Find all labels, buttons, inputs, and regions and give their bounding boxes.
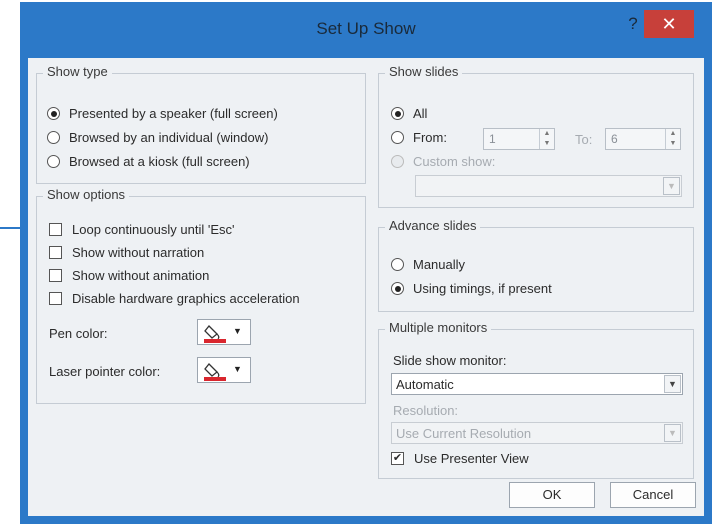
paint-bucket-icon (204, 363, 226, 381)
pen-color-label: Pen color: (49, 326, 108, 341)
loop-option[interactable]: Loop continuously until 'Esc' (49, 222, 235, 237)
spinner-arrows-icon[interactable]: ▲ ▼ (539, 129, 554, 149)
custom-show-dropdown[interactable]: ▼ (415, 175, 682, 197)
no-animation-label: Show without animation (72, 268, 210, 283)
radio-manually[interactable] (391, 258, 404, 271)
custom-show-label: Custom show: (413, 154, 496, 169)
show-type-speaker-option[interactable]: Presented by a speaker (full screen) (47, 106, 278, 121)
chevron-down-icon[interactable]: ▼ (664, 375, 681, 393)
show-options-legend: Show options (43, 187, 130, 202)
show-type-kiosk-option[interactable]: Browsed at a kiosk (full screen) (47, 154, 250, 169)
show-options-group: Show options Loop continuously until 'Es… (36, 187, 366, 404)
presenter-view-option[interactable]: ✔ Use Presenter View (391, 451, 529, 466)
close-button[interactable]: ✕ (644, 10, 694, 38)
radio-from-label: From: (413, 130, 447, 145)
presenter-view-label: Use Presenter View (414, 451, 529, 466)
slides-from-option[interactable]: From: (391, 130, 447, 145)
help-button[interactable]: ? (623, 14, 643, 36)
to-spinner[interactable]: 6 ▲ ▼ (605, 128, 681, 150)
custom-show-option[interactable]: Custom show: (391, 154, 495, 169)
no-animation-option[interactable]: Show without animation (49, 268, 209, 283)
laser-color-button[interactable]: ▼ (197, 357, 251, 383)
radio-custom-show[interactable] (391, 155, 404, 168)
ok-button[interactable]: OK (509, 482, 595, 508)
loop-label: Loop continuously until 'Esc' (72, 222, 235, 237)
no-narration-label: Show without narration (72, 245, 205, 260)
show-slides-legend: Show slides (385, 64, 463, 79)
no-narration-checkbox[interactable] (49, 246, 62, 259)
chevron-down-icon: ▼ (233, 326, 242, 336)
radio-kiosk-label: Browsed at a kiosk (full screen) (69, 154, 250, 169)
resolution-label: Resolution: (393, 403, 459, 418)
show-slides-group: Show slides All From: 1 ▲ ▼ To: 6 ▲ ▼ Cust… (378, 64, 694, 208)
dialog-client: Show type Presented by a speaker (full s… (28, 58, 704, 516)
to-value: 6 (611, 132, 618, 146)
slide-show-monitor-value: Automatic (396, 376, 454, 392)
show-type-group: Show type Presented by a speaker (full s… (36, 64, 366, 184)
pen-color-button[interactable]: ▼ (197, 319, 251, 345)
slides-all-option[interactable]: All (391, 106, 427, 121)
presenter-view-checkbox[interactable]: ✔ (391, 452, 404, 465)
paint-bucket-icon (204, 325, 226, 343)
title-bar[interactable]: Set Up Show ? ✕ (20, 2, 712, 58)
loop-checkbox[interactable] (49, 223, 62, 236)
slide-show-monitor-dropdown[interactable]: Automatic ▼ (391, 373, 683, 395)
disable-hw-accel-label: Disable hardware graphics acceleration (72, 291, 300, 306)
radio-all[interactable] (391, 107, 404, 120)
show-type-legend: Show type (43, 64, 112, 79)
radio-timings-label: Using timings, if present (413, 281, 552, 296)
disable-hw-accel-checkbox[interactable] (49, 292, 62, 305)
radio-kiosk[interactable] (47, 155, 60, 168)
set-up-show-dialog: Set Up Show ? ✕ Show type Presented by a… (20, 2, 712, 524)
no-narration-option[interactable]: Show without narration (49, 245, 204, 260)
radio-speaker[interactable] (47, 107, 60, 120)
disable-hw-accel-option[interactable]: Disable hardware graphics acceleration (49, 291, 300, 306)
radio-speaker-label: Presented by a speaker (full screen) (69, 106, 278, 121)
resolution-value: Use Current Resolution (396, 425, 532, 441)
radio-individual[interactable] (47, 131, 60, 144)
advance-manually-option[interactable]: Manually (391, 257, 465, 272)
resolution-dropdown[interactable]: Use Current Resolution ▼ (391, 422, 683, 444)
radio-individual-label: Browsed by an individual (window) (69, 130, 269, 145)
advance-slides-legend: Advance slides (385, 218, 481, 233)
chevron-down-icon: ▼ (233, 364, 242, 374)
laser-color-label: Laser pointer color: (49, 364, 161, 379)
radio-from[interactable] (391, 131, 404, 144)
to-label: To: (575, 132, 593, 147)
chevron-down-icon[interactable]: ▼ (664, 424, 681, 442)
from-value: 1 (489, 132, 496, 146)
multiple-monitors-group: Multiple monitors Slide show monitor: Au… (378, 320, 694, 479)
advance-timings-option[interactable]: Using timings, if present (391, 281, 552, 296)
spinner-arrows-icon[interactable]: ▲ ▼ (665, 129, 680, 149)
no-animation-checkbox[interactable] (49, 269, 62, 282)
from-spinner[interactable]: 1 ▲ ▼ (483, 128, 555, 150)
cancel-button[interactable]: Cancel (610, 482, 696, 508)
dialog-title: Set Up Show (316, 19, 416, 38)
multiple-monitors-legend: Multiple monitors (385, 320, 492, 335)
advance-slides-group: Advance slides Manually Using timings, i… (378, 218, 694, 312)
radio-timings[interactable] (391, 282, 404, 295)
radio-manually-label: Manually (413, 257, 466, 272)
slide-show-monitor-label: Slide show monitor: (393, 353, 507, 368)
radio-all-label: All (413, 106, 428, 121)
chevron-down-icon[interactable]: ▼ (663, 177, 680, 195)
show-type-individual-option[interactable]: Browsed by an individual (window) (47, 130, 268, 145)
